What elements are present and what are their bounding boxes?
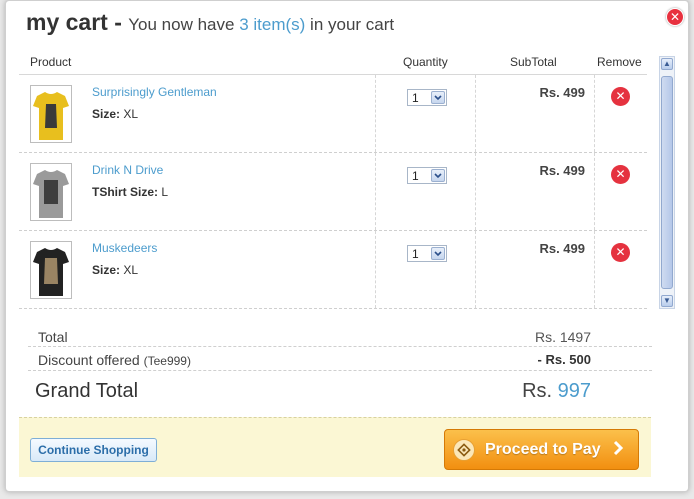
- total-row: Total Rs. 1497: [28, 322, 652, 347]
- chevron-down-icon: [431, 169, 445, 182]
- product-size: Size: XL: [92, 107, 138, 121]
- product-thumbnail[interactable]: [30, 163, 72, 221]
- product-name[interactable]: Surprisingly Gentleman: [92, 85, 217, 99]
- total-label: Total: [38, 329, 68, 345]
- header-subtotal: SubTotal: [510, 55, 557, 69]
- proceed-to-pay-button[interactable]: Proceed to Pay: [444, 429, 639, 470]
- column-divider: [475, 153, 476, 230]
- size-value: XL: [123, 263, 139, 277]
- cart-totals: Total Rs. 1497 Discount offered (Tee999)…: [28, 322, 652, 406]
- cart-modal: my cart - You now have 3 item(s) in your…: [5, 0, 689, 492]
- product-thumbnail[interactable]: [30, 241, 72, 299]
- cart-subtitle-post: in your cart: [310, 15, 395, 34]
- continue-shopping-button[interactable]: Continue Shopping: [30, 438, 157, 462]
- scrollbar-thumb[interactable]: [661, 76, 673, 289]
- header-quantity: Quantity: [403, 55, 448, 69]
- cart-table: Product Quantity SubTotal Remove Surpris…: [19, 49, 647, 309]
- cart-item-count: 3 item(s): [239, 15, 306, 34]
- column-divider: [475, 231, 476, 308]
- close-icon[interactable]: ✕: [666, 8, 684, 26]
- size-value: L: [161, 185, 169, 199]
- product-thumbnail[interactable]: [30, 85, 72, 143]
- discount-label: Discount offered: [38, 352, 140, 368]
- quantity-select[interactable]: 1: [407, 245, 447, 262]
- cart-title: my cart - You now have 3 item(s) in your…: [26, 9, 394, 36]
- grand-total-amount: 997: [557, 380, 591, 402]
- cart-footer: Continue Shopping Proceed to Pay: [19, 417, 651, 477]
- size-label: Size:: [92, 107, 121, 121]
- quantity-value: 1: [412, 91, 419, 105]
- column-divider: [375, 231, 376, 308]
- quantity-value: 1: [412, 169, 419, 183]
- chevron-right-icon: [612, 439, 624, 461]
- cart-table-header: Product Quantity SubTotal Remove: [19, 49, 647, 75]
- grand-total-row: Grand Total Rs. 997: [28, 371, 652, 406]
- cart-title-main: my cart -: [26, 9, 122, 35]
- size-label: Size:: [92, 263, 121, 277]
- remove-icon[interactable]: ✕: [611, 243, 630, 262]
- discount-code: (Tee999): [143, 354, 191, 368]
- quantity-value: 1: [412, 247, 419, 261]
- cart-scrollbar[interactable]: ▲ ▼: [659, 56, 675, 309]
- column-divider: [594, 231, 595, 308]
- quantity-select[interactable]: 1: [407, 89, 447, 106]
- product-size: TShirt Size: L: [92, 185, 168, 199]
- scroll-up-icon[interactable]: ▲: [661, 58, 673, 70]
- chevron-down-icon: [431, 91, 445, 104]
- header-remove: Remove: [597, 55, 642, 69]
- item-subtotal: Rs. 499: [539, 241, 585, 256]
- payment-icon: [453, 439, 475, 461]
- grand-total-value: Rs. 997: [522, 380, 591, 403]
- discount-value: - Rs. 500: [537, 352, 591, 367]
- grand-total-label: Grand Total: [35, 380, 139, 402]
- column-divider: [375, 75, 376, 152]
- proceed-to-pay-label: Proceed to Pay: [485, 441, 601, 458]
- tshirt-print: [44, 258, 58, 284]
- grand-total-currency: Rs.: [522, 380, 553, 402]
- quantity-select[interactable]: 1: [407, 167, 447, 184]
- item-subtotal: Rs. 499: [539, 163, 585, 178]
- remove-icon[interactable]: ✕: [611, 165, 630, 184]
- scroll-down-icon[interactable]: ▼: [661, 295, 673, 307]
- total-value: Rs. 1497: [534, 329, 591, 345]
- cart-item-row: Muskedeers Size: XL 1 Rs. 499 ✕: [19, 231, 647, 309]
- column-divider: [594, 75, 595, 152]
- discount-row: Discount offered (Tee999) - Rs. 500: [28, 347, 652, 371]
- size-value: XL: [123, 107, 139, 121]
- column-divider: [594, 153, 595, 230]
- chevron-down-icon: [431, 247, 445, 260]
- column-divider: [375, 153, 376, 230]
- remove-icon[interactable]: ✕: [611, 87, 630, 106]
- tshirt-print: [45, 104, 57, 128]
- cart-item-row: Surprisingly Gentleman Size: XL 1 Rs. 49…: [19, 75, 647, 153]
- column-divider: [475, 75, 476, 152]
- product-name[interactable]: Muskedeers: [92, 241, 157, 255]
- product-name[interactable]: Drink N Drive: [92, 163, 163, 177]
- tshirt-print: [44, 180, 58, 204]
- cart-subtitle-pre: You now have: [128, 15, 235, 34]
- header-product: Product: [30, 55, 72, 69]
- size-label: TShirt Size:: [92, 185, 159, 199]
- product-size: Size: XL: [92, 263, 138, 277]
- item-subtotal: Rs. 499: [539, 85, 585, 100]
- cart-subtitle: You now have 3 item(s) in your cart: [128, 15, 394, 34]
- discount-label-group: Discount offered (Tee999): [38, 352, 191, 368]
- cart-item-row: Drink N Drive TShirt Size: L 1 Rs. 499 ✕: [19, 153, 647, 231]
